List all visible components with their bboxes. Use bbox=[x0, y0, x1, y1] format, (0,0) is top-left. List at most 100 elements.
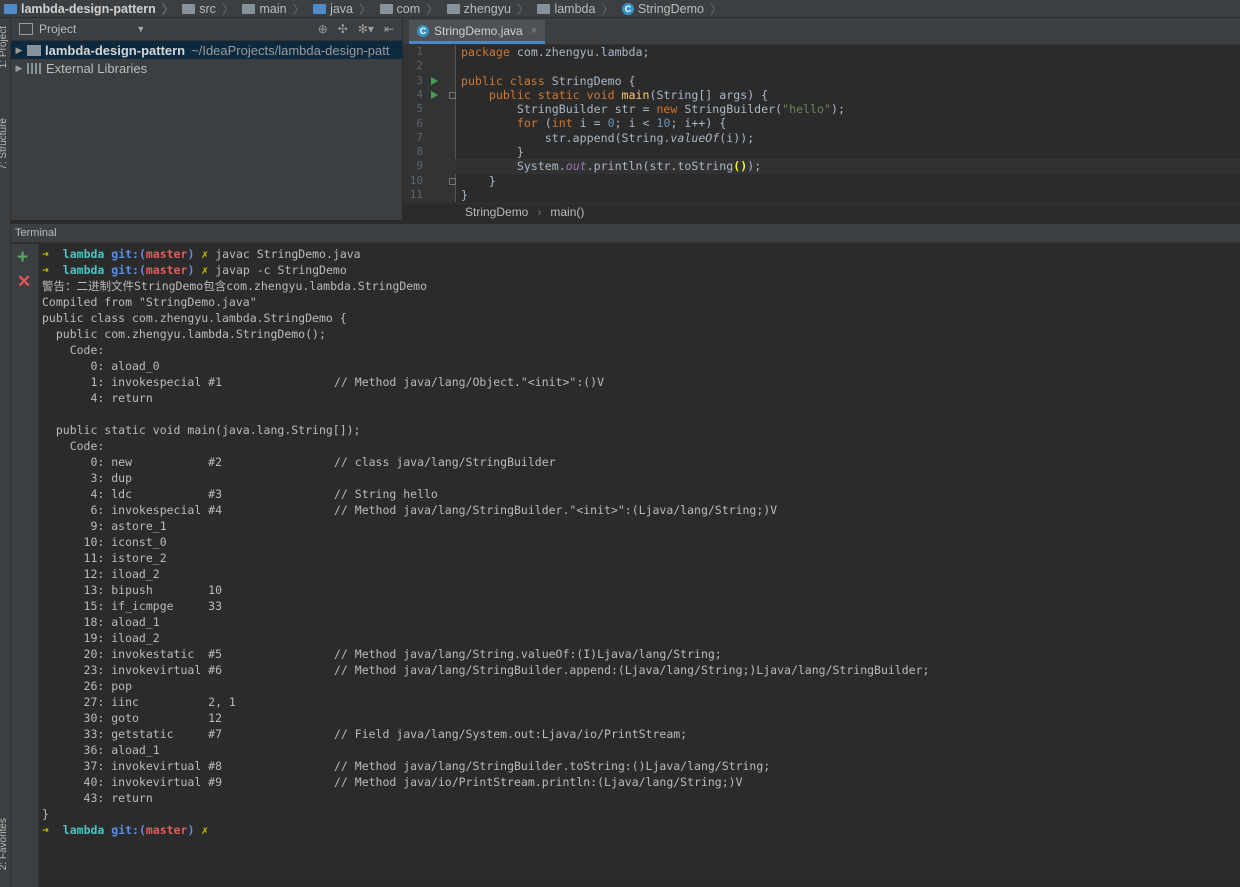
bytecode-comment: // class java/lang/StringBuilder bbox=[334, 455, 556, 469]
code-area[interactable]: 1 2 3 4 5 6 7 8 9 10 11 package com.zhen… bbox=[403, 45, 1240, 202]
run-main-icon[interactable] bbox=[431, 91, 438, 99]
prompt-git: git:( bbox=[111, 263, 146, 277]
tree-item-project[interactable]: ▶ lambda-design-pattern ~/IdeaProjects/l… bbox=[11, 41, 402, 59]
expand-arrow-icon[interactable]: ▶ bbox=[11, 45, 27, 56]
breadcrumb-item-main[interactable]: main 〉 bbox=[238, 0, 309, 17]
code-editor: C StringDemo.java × 1 2 3 4 5 6 7 8 9 10… bbox=[403, 18, 1240, 220]
tab-stringdemo-java[interactable]: C StringDemo.java × bbox=[409, 20, 546, 44]
project-name: lambda-design-pattern bbox=[45, 42, 186, 58]
code-line-5: StringBuilder str = new StringBuilder("h… bbox=[461, 102, 1240, 116]
code-text: ); bbox=[830, 102, 845, 117]
collapse-all-icon[interactable]: ✣ bbox=[338, 22, 348, 36]
folder-icon bbox=[242, 3, 256, 14]
editor-breadcrumb: StringDemo › main() bbox=[403, 203, 1240, 220]
external-libraries-label: External Libraries bbox=[46, 60, 148, 76]
class-icon: C bbox=[417, 24, 429, 37]
chevron-down-icon[interactable]: ▼ bbox=[136, 24, 145, 34]
new-session-icon[interactable]: + bbox=[17, 248, 28, 267]
breadcrumb-item-stringdemo[interactable]: C StringDemo 〉 bbox=[618, 0, 727, 17]
line-number: 8 bbox=[416, 145, 423, 159]
bytecode-op: 36: aload_1 bbox=[42, 743, 160, 757]
code-text: } bbox=[516, 145, 524, 160]
favorites-tool-button[interactable]: 2: Favorites bbox=[0, 818, 9, 870]
breadcrumb-item-com[interactable]: com 〉 bbox=[376, 0, 443, 17]
breadcrumb-label: lambda-design-pattern bbox=[21, 1, 156, 16]
close-session-icon[interactable]: ✕ bbox=[17, 272, 31, 291]
folder-icon bbox=[182, 3, 196, 14]
breadcrumb-item-java[interactable]: java 〉 bbox=[309, 0, 375, 17]
breadcrumb-item-lambda[interactable]: lambda 〉 bbox=[533, 0, 618, 17]
code-text: str.append(String. bbox=[544, 130, 671, 145]
code-text: com.zhengyu.lambda; bbox=[509, 45, 650, 59]
breadcrumb-class[interactable]: StringDemo bbox=[465, 205, 528, 219]
package-icon bbox=[446, 3, 460, 14]
bytecode-op: 0: aload_0 bbox=[42, 359, 160, 373]
chevron-right-icon: 〉 bbox=[426, 3, 439, 17]
static-method: valueOf bbox=[670, 130, 720, 145]
code-text: } bbox=[461, 187, 468, 202]
prompt-dirty: ✗ bbox=[201, 247, 209, 261]
bytecode-comment: // Field java/lang/System.out:Ljava/io/P… bbox=[334, 727, 688, 741]
fold-icon[interactable] bbox=[449, 92, 456, 99]
project-view-selector[interactable]: Project bbox=[39, 22, 76, 36]
run-class-icon[interactable] bbox=[431, 77, 438, 85]
code-line-3: public class StringDemo { bbox=[461, 74, 1240, 88]
breadcrumb-item-src[interactable]: src 〉 bbox=[178, 0, 238, 17]
tree-item-external-libraries[interactable]: ▶ External Libraries bbox=[11, 59, 402, 77]
bytecode-op: 37: invokevirtual #8 bbox=[42, 759, 223, 773]
terminal-command: javap -c StringDemo bbox=[215, 263, 347, 277]
bytecode-op: 30: goto 12 bbox=[42, 711, 223, 725]
close-icon[interactable]: × bbox=[531, 25, 537, 37]
line-number: 4 bbox=[416, 87, 423, 101]
keyword: public class bbox=[461, 73, 545, 88]
project-view-icon bbox=[19, 23, 33, 35]
breadcrumb-label: StringDemo bbox=[637, 1, 704, 16]
expand-arrow-icon[interactable]: ▶ bbox=[11, 63, 27, 74]
prompt-arrow-icon: ➜ bbox=[42, 823, 49, 837]
terminal-command: javac StringDemo.java bbox=[215, 247, 361, 261]
breadcrumb-method[interactable]: main() bbox=[550, 205, 584, 219]
fold-icon[interactable] bbox=[449, 178, 456, 185]
line-number: 11 bbox=[409, 188, 423, 201]
scroll-from-source-icon[interactable]: ⊕ bbox=[318, 22, 328, 36]
code-text: StringDemo { bbox=[544, 73, 636, 88]
prompt-git-close: ) bbox=[187, 263, 195, 277]
breadcrumb-item-project[interactable]: lambda-design-pattern 〉 bbox=[0, 0, 178, 17]
bytecode-op: 1: invokespecial #1 bbox=[42, 375, 223, 389]
prompt-dir: lambda bbox=[62, 823, 105, 837]
bytecode-op: 43: return bbox=[42, 791, 153, 805]
project-tool-button[interactable]: 1: Project bbox=[0, 26, 9, 68]
code-text: i = bbox=[572, 116, 608, 131]
bytecode-op: 4: ldc #3 bbox=[42, 487, 223, 501]
prompt-branch: master bbox=[145, 263, 188, 277]
bytecode-comment: // Method java/lang/StringBuilder.toStri… bbox=[334, 759, 771, 773]
bytecode-op: 18: aload_1 bbox=[42, 615, 160, 629]
bytecode-op: 6: invokespecial #4 bbox=[42, 503, 223, 517]
matched-parens: () bbox=[733, 159, 748, 174]
terminal-header: Terminal bbox=[11, 224, 1240, 243]
tab-label: StringDemo.java bbox=[434, 23, 523, 38]
breadcrumb-label: com bbox=[396, 1, 421, 16]
bytecode-op: 10: iconst_0 bbox=[42, 535, 167, 549]
hide-panel-icon[interactable]: ⇤ bbox=[384, 22, 394, 36]
chevron-right-icon: 〉 bbox=[516, 3, 530, 17]
code-line-10: } bbox=[461, 174, 1240, 188]
class-icon: C bbox=[621, 2, 634, 15]
terminal-output[interactable]: ➜ lambda git:(master) ✗ javac StringDemo… bbox=[39, 245, 1240, 887]
chevron-right-icon: › bbox=[537, 205, 542, 219]
gear-icon[interactable]: ✻▾ bbox=[358, 22, 374, 36]
bytecode-op: 15: if_icmpge 33 bbox=[42, 599, 223, 613]
keyword: new bbox=[656, 102, 678, 117]
structure-tool-button[interactable]: 7: Structure bbox=[0, 118, 9, 170]
code-line-1: package com.zhengyu.lambda; bbox=[461, 45, 1240, 59]
breadcrumb-item-zhengyu[interactable]: zhengyu 〉 bbox=[443, 0, 534, 17]
static-field: out bbox=[565, 159, 587, 174]
prompt-arrow-icon: ➜ bbox=[42, 263, 49, 277]
prompt-dirty: ✗ bbox=[201, 823, 209, 837]
terminal-prompt-line: ➜ lambda git:(master) ✗ javac StringDemo… bbox=[42, 246, 361, 262]
code-text: } bbox=[488, 173, 496, 188]
line-number: 9 bbox=[416, 159, 423, 173]
method-name: main bbox=[621, 87, 650, 102]
code-text: ( bbox=[537, 116, 552, 131]
